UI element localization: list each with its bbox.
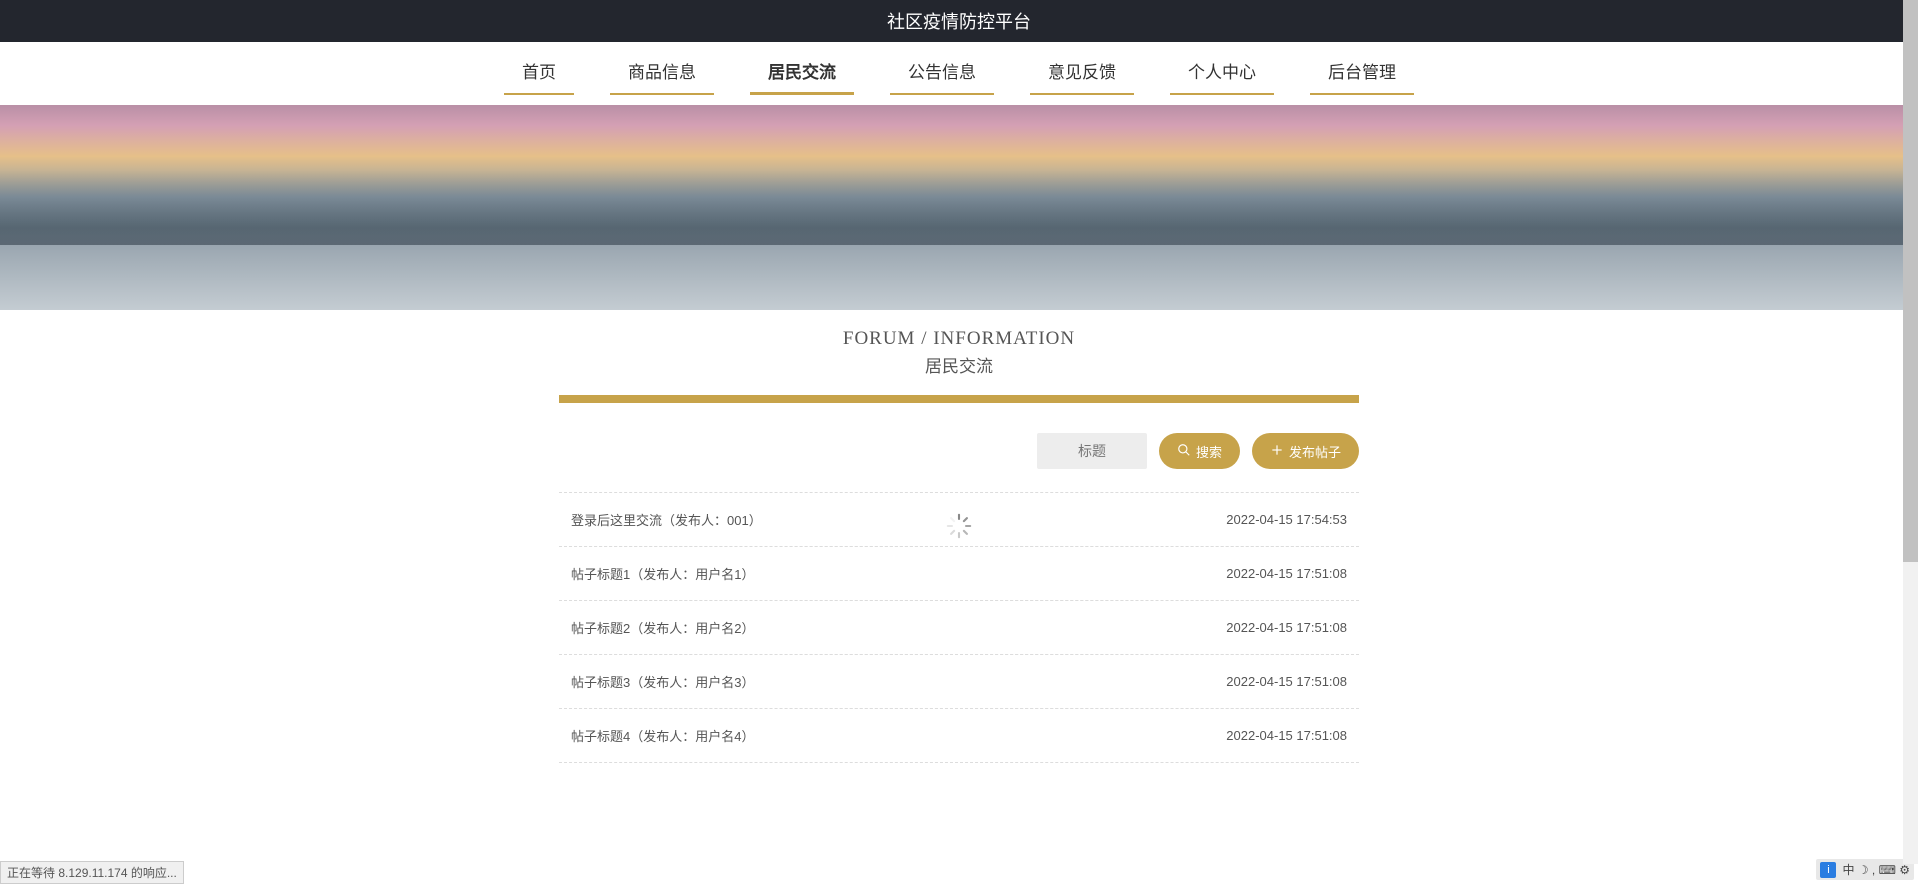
- nav-list: 首页商品信息居民交流公告信息意见反馈个人中心后台管理: [0, 58, 1918, 93]
- ime-toolbar[interactable]: i 中 ☽ , ⌨ ⚙: [1816, 859, 1914, 880]
- banner-image: [0, 105, 1918, 310]
- post-row[interactable]: 帖子标题3（发布人：用户名3）2022-04-15 17:51:08: [559, 654, 1359, 709]
- ime-items[interactable]: 中 ☽ , ⌨ ⚙: [1842, 861, 1910, 878]
- nav-item-1[interactable]: 商品信息: [600, 58, 724, 93]
- post-time: 2022-04-15 17:51:08: [1226, 674, 1347, 689]
- post-time: 2022-04-15 17:54:53: [1226, 512, 1347, 527]
- search-button[interactable]: 搜索: [1159, 433, 1240, 469]
- post-title: 登录后这里交流（发布人：001）: [571, 510, 1226, 529]
- post-button[interactable]: 发布帖子: [1252, 433, 1359, 469]
- post-title: 帖子标题4（发布人：用户名4）: [571, 726, 1226, 745]
- app-header: 社区疫情防控平台: [0, 0, 1918, 42]
- plus-icon: [1270, 443, 1284, 460]
- search-button-label: 搜索: [1196, 442, 1222, 461]
- post-title: 帖子标题1（发布人：用户名1）: [571, 564, 1226, 583]
- post-list: 登录后这里交流（发布人：001）2022-04-15 17:54:53 帖子标题1…: [559, 492, 1359, 763]
- nav-item-5[interactable]: 个人中心: [1160, 58, 1284, 93]
- nav-item-2[interactable]: 居民交流: [740, 58, 864, 93]
- browser-status-bar: 正在等待 8.129.11.174 的响应...: [0, 861, 184, 884]
- nav-item-6[interactable]: 后台管理: [1300, 58, 1424, 93]
- banner-water: [0, 245, 1918, 310]
- status-text: 正在等待 8.129.11.174 的响应...: [7, 866, 177, 880]
- post-button-label: 发布帖子: [1289, 442, 1341, 461]
- search-icon: [1177, 443, 1191, 460]
- post-title: 帖子标题2（发布人：用户名2）: [571, 618, 1226, 637]
- section-divider: [559, 395, 1359, 403]
- loading-spinner-icon: [945, 512, 973, 540]
- scrollbar[interactable]: [1903, 0, 1918, 864]
- post-row[interactable]: 帖子标题4（发布人：用户名4）2022-04-15 17:51:08: [559, 708, 1359, 763]
- post-row[interactable]: 帖子标题1（发布人：用户名1）2022-04-15 17:51:08: [559, 546, 1359, 601]
- nav-item-3[interactable]: 公告信息: [880, 58, 1004, 93]
- section-title: FORUM / INFORMATION 居民交流: [0, 310, 1918, 387]
- post-time: 2022-04-15 17:51:08: [1226, 728, 1347, 743]
- app-title: 社区疫情防控平台: [887, 12, 1031, 32]
- nav-item-0[interactable]: 首页: [494, 58, 584, 93]
- nav-item-4[interactable]: 意见反馈: [1020, 58, 1144, 93]
- search-input[interactable]: [1037, 433, 1147, 469]
- scrollbar-thumb[interactable]: [1903, 0, 1918, 562]
- post-row[interactable]: 帖子标题2（发布人：用户名2）2022-04-15 17:51:08: [559, 600, 1359, 655]
- ime-badge-icon[interactable]: i: [1820, 862, 1836, 878]
- section-title-cn: 居民交流: [0, 352, 1918, 377]
- post-time: 2022-04-15 17:51:08: [1226, 566, 1347, 581]
- post-title: 帖子标题3（发布人：用户名3）: [571, 672, 1226, 691]
- toolbar: 搜索 发布帖子: [559, 433, 1359, 469]
- section-title-en: FORUM / INFORMATION: [0, 328, 1918, 350]
- post-time: 2022-04-15 17:51:08: [1226, 620, 1347, 635]
- main-content: 搜索 发布帖子: [559, 433, 1359, 763]
- nav-bar: 首页商品信息居民交流公告信息意见反馈个人中心后台管理: [0, 42, 1918, 105]
- banner-skyline: [0, 170, 1918, 250]
